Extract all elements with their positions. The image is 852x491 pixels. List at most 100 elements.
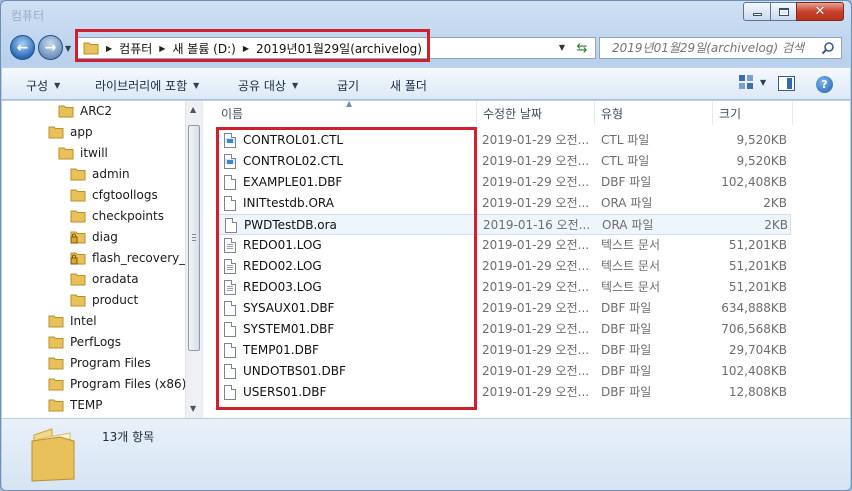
folder-icon [48, 126, 64, 138]
search-box[interactable] [599, 37, 842, 59]
tree-item[interactable]: Intel [48, 310, 97, 331]
file-row[interactable]: SYSTEM01.DBF 2019-01-29 오전... DBF 파일 706,56… [217, 319, 791, 340]
address-bar[interactable]: ▶ 컴퓨터 ▶ 새 볼륨 (D:) ▶ 2019년01월29일(archivel… [76, 37, 596, 59]
status-bar: 13개 항목 [2, 418, 850, 490]
tree-item-label: diag [92, 229, 118, 244]
recent-pages-dropdown[interactable]: ▼ [65, 44, 71, 53]
refresh-icon: ⇆ [576, 40, 588, 56]
breadcrumb-separator-icon[interactable]: ▶ [159, 44, 165, 53]
tree-item-label: oradata [92, 271, 139, 286]
file-row[interactable]: EXAMPLE01.DBF 2019-01-29 오전... DBF 파일 102,4… [217, 172, 791, 193]
file-date: 2019-01-29 오전... [482, 343, 588, 357]
minimize-button[interactable] [743, 2, 771, 21]
arrow-right-icon: → [44, 39, 57, 56]
address-history-dropdown[interactable]: ▼ [559, 43, 565, 52]
folder-icon [70, 189, 86, 201]
tree-item-label: ARC2 [80, 103, 112, 118]
organize-menu[interactable]: 구성 ▼ [26, 77, 60, 94]
arrow-left-icon: ← [16, 39, 29, 56]
file-size: 706,568KB [721, 322, 787, 336]
file-icon [225, 218, 237, 233]
file-date: 2019-01-29 오전... [482, 259, 588, 273]
breadcrumb-current-folder[interactable]: 2019년01월29일(archivelog) [256, 40, 422, 57]
file-date: 2019-01-29 오전... [482, 322, 588, 336]
breadcrumb-separator-icon[interactable]: ▶ [243, 44, 249, 53]
tree-item[interactable]: product [70, 289, 138, 310]
view-grid-icon [739, 75, 753, 89]
folder-icon [83, 42, 99, 55]
file-row[interactable]: CONTROL02.CTL 2019-01-29 오전... CTL 파일 9,520… [217, 151, 791, 172]
file-icon [224, 175, 236, 190]
tree-item-label: product [92, 292, 139, 307]
tree-item-label: Program Files [70, 355, 151, 370]
file-row[interactable]: TEMP01.DBF 2019-01-29 오전... DBF 파일 29,704KB [217, 340, 791, 361]
sort-ascending-icon: ▲ [346, 101, 353, 108]
tree-item[interactable]: checkpoints [70, 205, 164, 226]
tree-item[interactable]: ARC2 [58, 101, 112, 121]
tree-item[interactable]: PerfLogs [48, 331, 121, 352]
navigation-pane: ARC2 app itwill admin cfgtoollogs checkpoints… [2, 101, 202, 418]
breadcrumb-volume[interactable]: 새 볼륨 (D:) [172, 40, 235, 57]
help-icon[interactable]: ? [816, 76, 833, 93]
text-file-icon [224, 238, 236, 253]
tree-item[interactable]: TEMP [48, 394, 103, 415]
file-size: 102,408KB [721, 175, 787, 189]
file-size: 634,888KB [721, 301, 787, 315]
file-row[interactable]: REDO01.LOG 2019-01-29 오전... 텍스트 문서 51,201KB [217, 235, 791, 256]
file-row[interactable]: INITtestdb.ORA 2019-01-29 오전... ORA 파일 2KB [217, 193, 791, 214]
pane-splitter[interactable] [202, 101, 209, 418]
locked-folder-icon [70, 231, 86, 243]
file-row[interactable]: PWDTestDB.ora 2019-01-16 오전... ORA 파일 2KB [217, 214, 791, 235]
change-view-button[interactable]: ▼ [738, 74, 766, 90]
tree-item[interactable]: cfgtoollogs [70, 184, 158, 205]
breadcrumb-separator-icon[interactable]: ▶ [106, 44, 112, 53]
column-header-date[interactable]: 수정한 날짜 [477, 101, 595, 125]
forward-button[interactable]: → [38, 35, 63, 60]
file-row[interactable]: REDO02.LOG 2019-01-29 오전... 텍스트 문서 51,201KB [217, 256, 791, 277]
file-date: 2019-01-29 오전... [482, 280, 588, 294]
search-icon[interactable] [821, 41, 835, 55]
tree-item[interactable]: app [48, 121, 93, 142]
share-with-menu[interactable]: 공유 대상 ▼ [238, 77, 298, 94]
tree-item[interactable]: oradata [70, 268, 139, 289]
scroll-up-icon[interactable]: ▲ [190, 105, 196, 114]
file-row[interactable]: SYSAUX01.DBF 2019-01-29 오전... DBF 파일 634,88… [217, 298, 791, 319]
tree-item[interactable]: admin [70, 163, 130, 184]
file-date: 2019-01-29 오전... [482, 301, 588, 315]
refresh-button[interactable]: ⇆ [571, 39, 593, 57]
column-header-size[interactable]: 크기 [713, 101, 793, 125]
column-header-name[interactable]: 이름 ▲ [215, 101, 477, 125]
tree-item[interactable]: diag [70, 226, 118, 247]
preview-pane-icon[interactable] [778, 76, 795, 91]
tree-item[interactable]: Program Files [48, 352, 151, 373]
scrollbar-thumb[interactable] [188, 125, 200, 351]
search-input[interactable] [612, 41, 822, 55]
file-size: 2KB [763, 196, 787, 210]
file-name: PWDTestDB.ora [244, 218, 337, 232]
file-size: 9,520KB [736, 133, 787, 147]
breadcrumb-computer[interactable]: 컴퓨터 [119, 40, 152, 57]
tree-item[interactable]: flash_recovery_are [70, 247, 202, 268]
burn-button[interactable]: 굽기 [337, 77, 359, 94]
tree-item-label: admin [92, 166, 130, 181]
navigation-scrollbar[interactable]: ▲ ▼ [185, 101, 202, 418]
tree-item[interactable]: Program Files (x86) [48, 373, 186, 394]
file-row[interactable]: UNDOTBS01.DBF 2019-01-29 오전... DBF 파일 102,4… [217, 361, 791, 382]
new-folder-button[interactable]: 새 폴더 [390, 77, 427, 94]
include-in-library-menu[interactable]: 라이브러리에 포함 ▼ [95, 77, 199, 94]
tree-item-label: Intel [70, 313, 97, 328]
scroll-down-icon[interactable]: ▼ [190, 404, 196, 413]
folder-icon [70, 168, 86, 180]
back-button[interactable]: ← [10, 35, 35, 60]
file-name: INITtestdb.ORA [243, 196, 334, 210]
file-row[interactable]: CONTROL01.CTL 2019-01-29 오전... CTL 파일 9,520… [217, 130, 791, 151]
tree-item[interactable]: itwill [58, 142, 108, 163]
config-file-icon [224, 154, 236, 169]
maximize-button[interactable] [770, 2, 797, 21]
grip-icon [192, 234, 196, 242]
close-button[interactable]: ✕ [796, 2, 844, 21]
folder-large-icon [31, 428, 75, 482]
file-row[interactable]: USERS01.DBF 2019-01-29 오전... DBF 파일 12,808K… [217, 382, 791, 403]
column-header-type[interactable]: 유형 [595, 101, 713, 125]
file-row[interactable]: REDO03.LOG 2019-01-29 오전... 텍스트 문서 51,201KB [217, 277, 791, 298]
